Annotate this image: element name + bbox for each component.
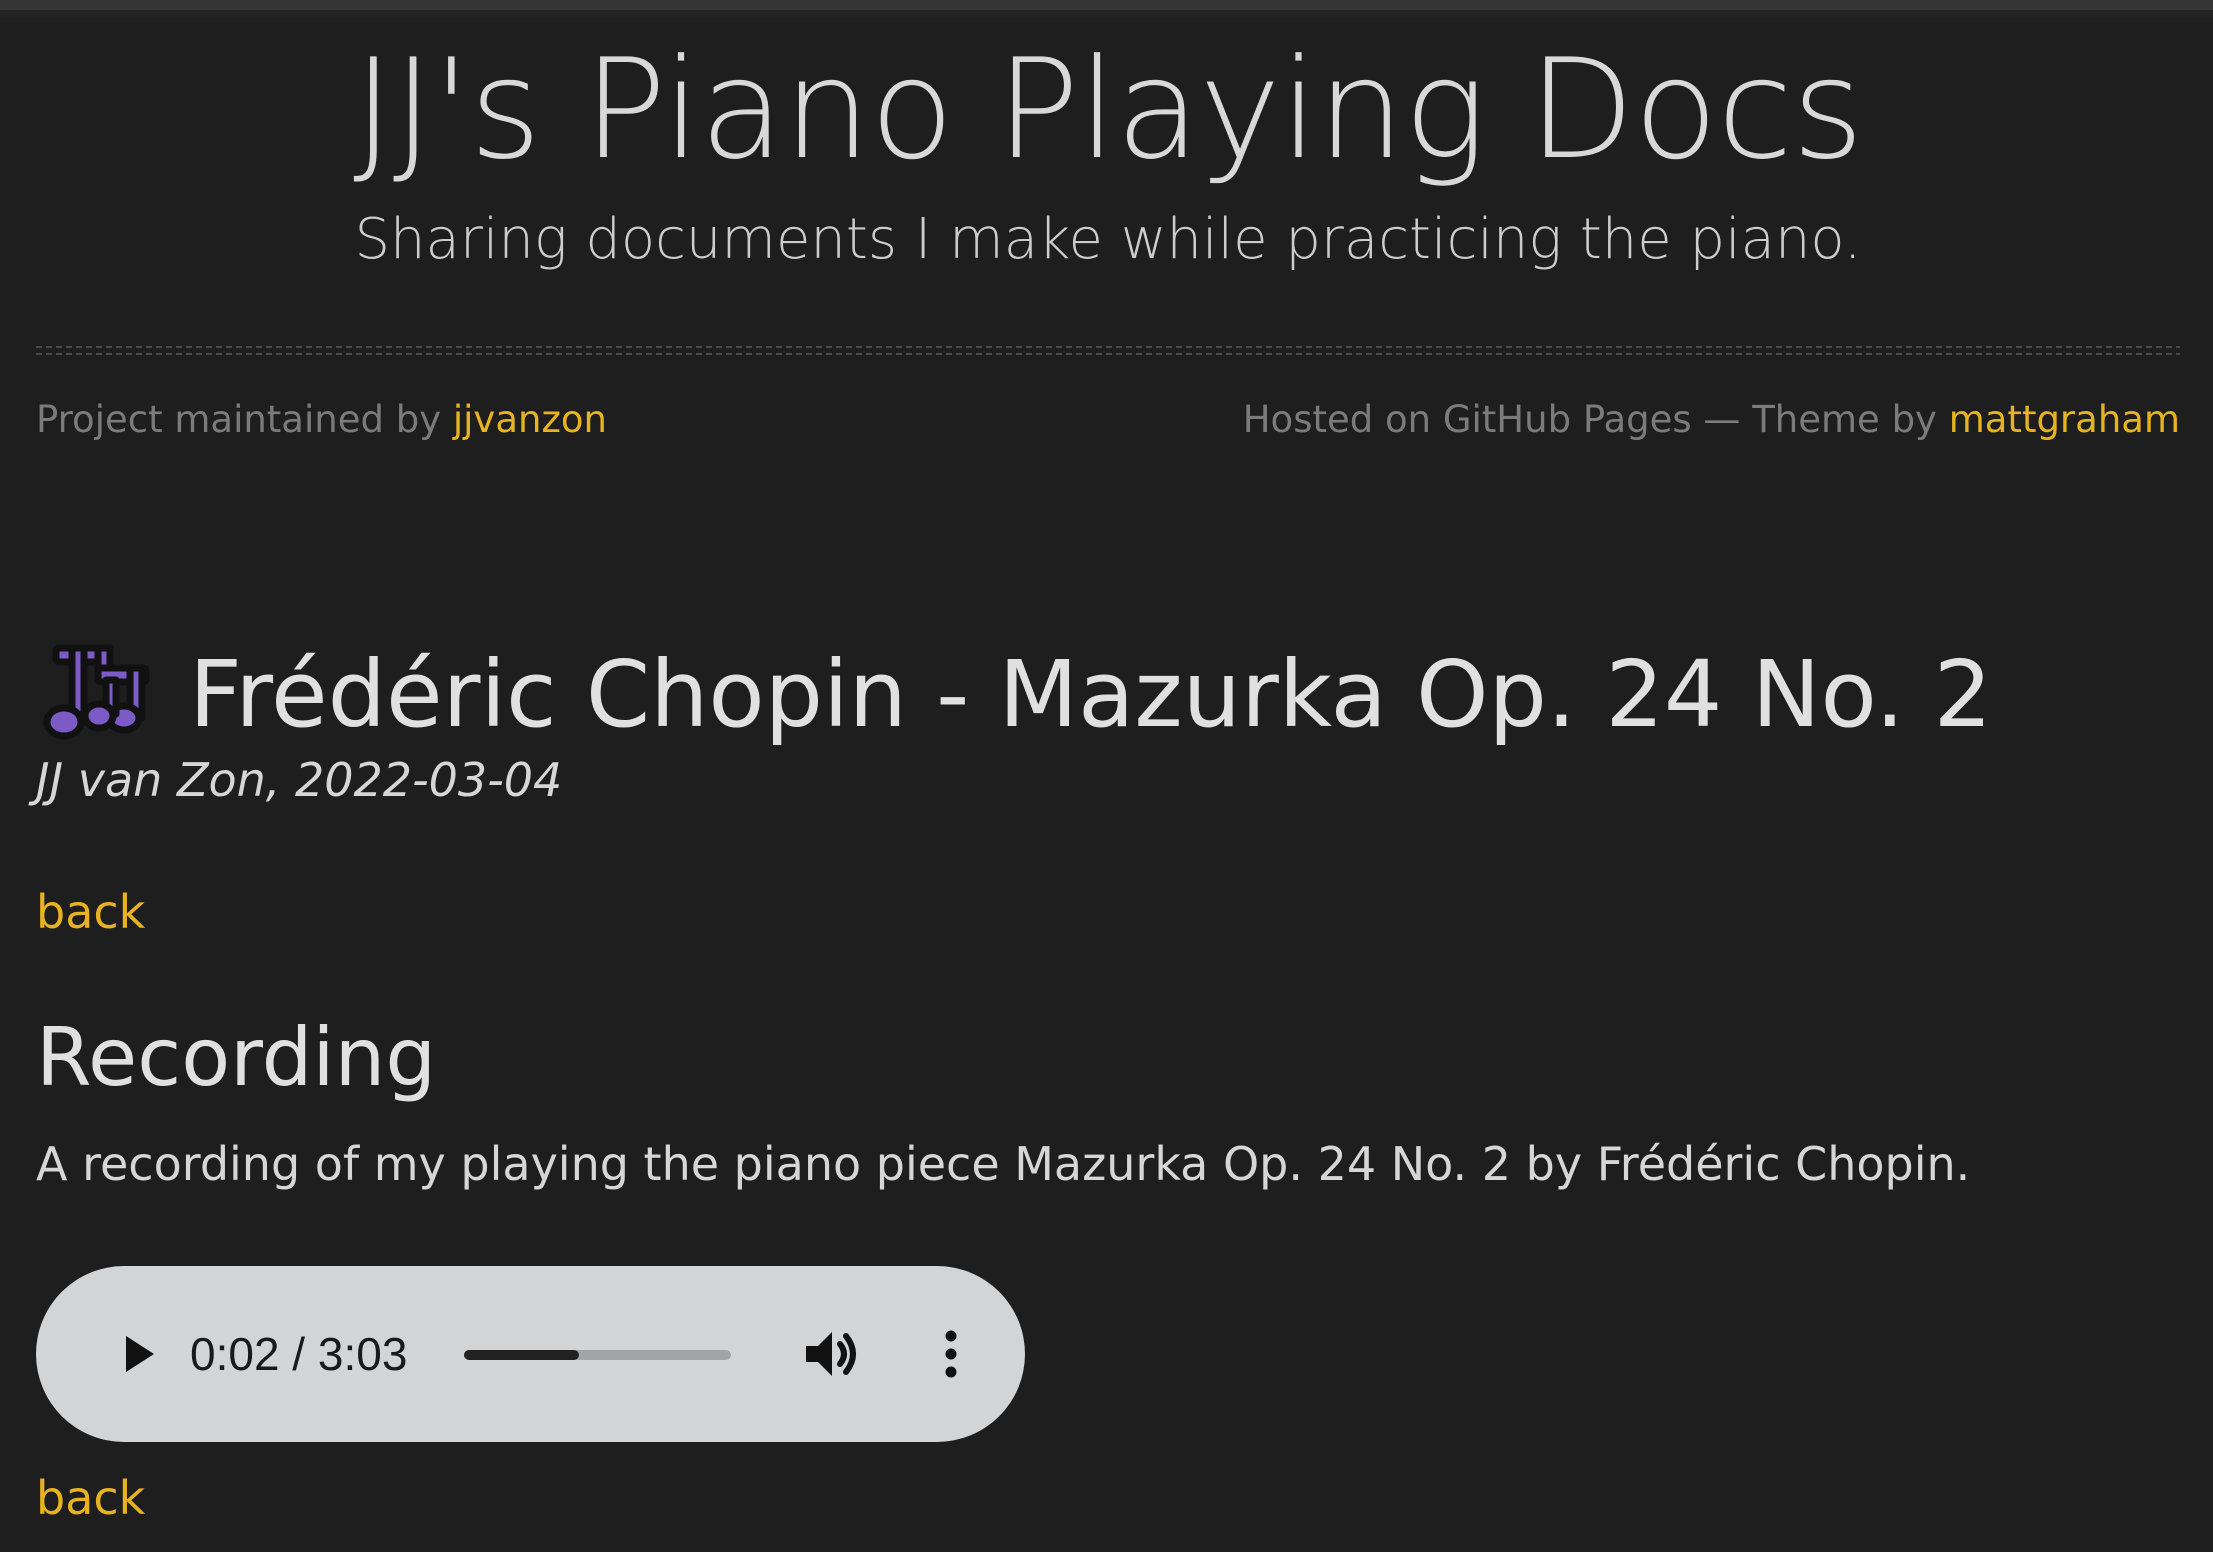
back-link-top[interactable]: back [36, 880, 145, 944]
hosted-on-text: Hosted on GitHub Pages — Theme by [1242, 398, 1949, 441]
volume-icon[interactable] [800, 1322, 864, 1386]
more-vertical-icon[interactable] [939, 1322, 963, 1386]
title-row: Frédéric Chopin - Mazurka Op. 24 No. 2 [36, 600, 2180, 748]
recording-description: A recording of my playing the piano piec… [36, 1137, 1971, 1191]
page-title: Frédéric Chopin - Mazurka Op. 24 No. 2 [189, 641, 1993, 748]
site-tagline: Sharing documents I make while practicin… [354, 207, 1862, 272]
theme-author-link[interactable]: mattgraham [1949, 398, 2180, 441]
site-meta: Project maintained by jjvanzon Hosted on… [36, 390, 2180, 450]
play-icon[interactable] [102, 1318, 174, 1390]
recording-heading: Recording [36, 1011, 437, 1104]
maintainer-link[interactable]: jjvanzon [453, 398, 607, 441]
audio-player: 0:02 / 3:03 [36, 1266, 1025, 1442]
time-display: 0:02 / 3:03 [190, 1328, 408, 1380]
maintained-by-text: Project maintained by [36, 398, 453, 441]
back-link-bottom[interactable]: back [36, 1466, 145, 1530]
hosting-info: Hosted on GitHub Pages — Theme by mattgr… [1243, 390, 2180, 450]
site-title: JJ's Piano Playing Docs [353, 29, 1864, 190]
progress-bar[interactable] [464, 1350, 731, 1360]
progress-fill [464, 1350, 579, 1360]
top-border [0, 0, 2213, 22]
music-notes-icon [43, 644, 150, 740]
maintainer-info: Project maintained by jjvanzon [36, 390, 607, 450]
dashed-divider [36, 346, 2180, 355]
byline: JJ van Zon, 2022-03-04 [36, 753, 563, 807]
